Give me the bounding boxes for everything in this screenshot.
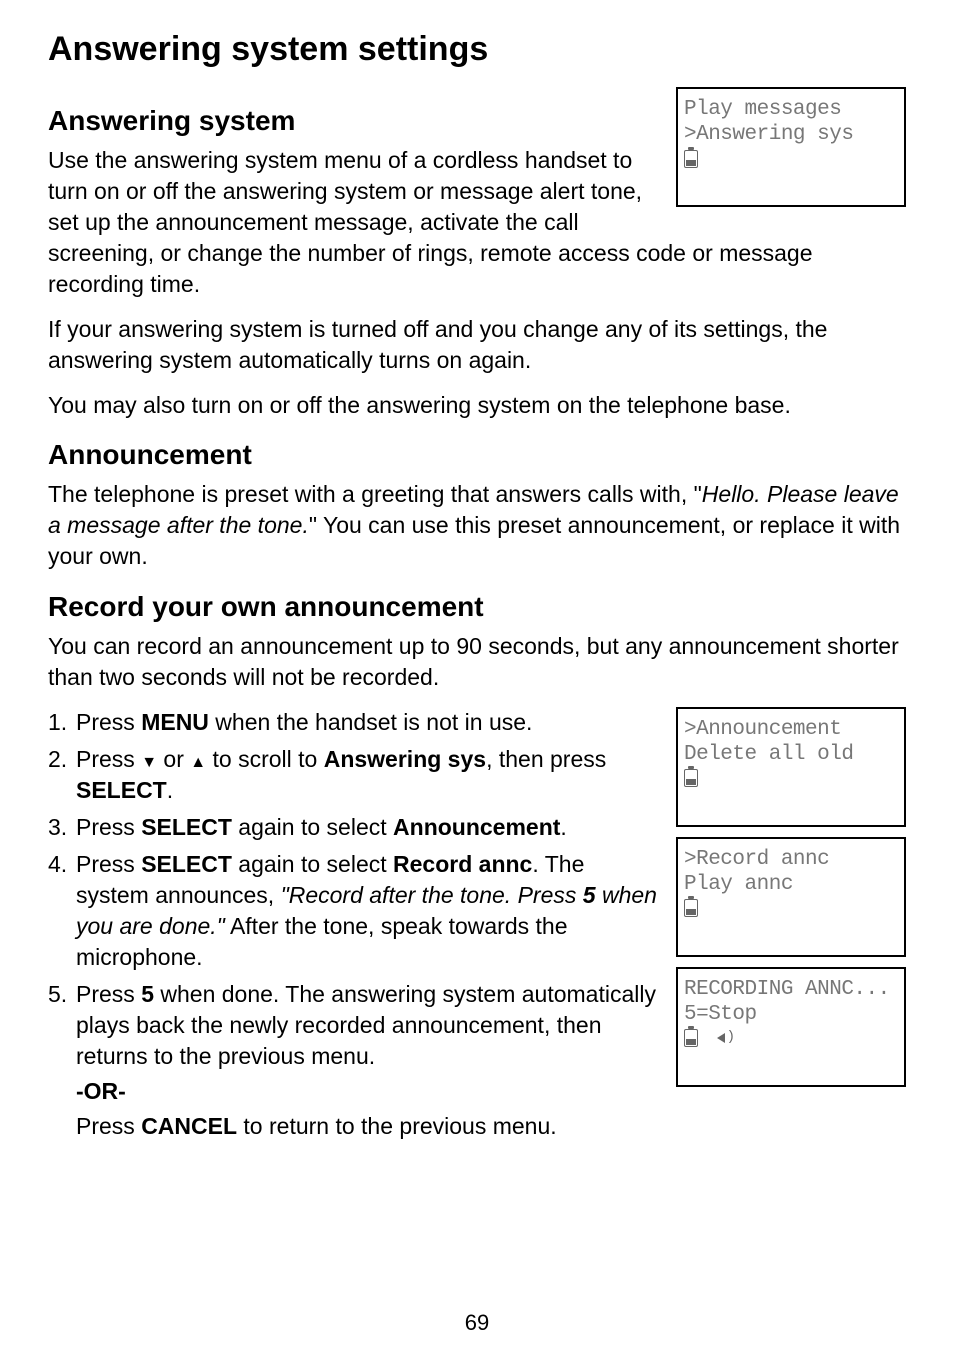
- page-number: 69: [0, 1310, 954, 1336]
- paragraph: You can record an announcement up to 90 …: [48, 631, 906, 693]
- text: Press: [76, 851, 141, 877]
- text: .: [167, 777, 173, 803]
- text: .: [560, 814, 566, 840]
- step-item: Press 5 when done. The answering system …: [48, 979, 906, 1072]
- step-item: Press SELECT again to select Announcemen…: [48, 812, 906, 843]
- paragraph: The telephone is preset with a greeting …: [48, 479, 906, 572]
- step-item: Press MENU when the handset is not in us…: [48, 707, 906, 738]
- page-title: Answering system settings: [48, 30, 906, 69]
- battery-icon: [684, 150, 698, 168]
- text: when done. The answering system automati…: [76, 981, 656, 1069]
- section-heading-announcement: Announcement: [48, 439, 906, 471]
- paragraph: If your answering system is turned off a…: [48, 314, 906, 376]
- bold-italic-text: 5: [583, 882, 596, 908]
- bold-text: Announcement: [393, 814, 560, 840]
- down-arrow-icon: ▼: [141, 754, 157, 771]
- sub-instruction: Press CANCEL to return to the previous m…: [48, 1111, 906, 1142]
- text: again to select: [232, 851, 393, 877]
- text: Press: [76, 1113, 141, 1139]
- lcd-line: Play messages: [684, 97, 898, 122]
- lcd-screen-answering-sys: Play messages >Answering sys: [676, 87, 906, 207]
- step-item: Press SELECT again to select Record annc…: [48, 849, 906, 973]
- text: again to select: [232, 814, 393, 840]
- paragraph: You may also turn on or off the answerin…: [48, 390, 906, 421]
- text: Press: [76, 746, 141, 772]
- bold-text: SELECT: [141, 814, 232, 840]
- text: to return to the previous menu.: [237, 1113, 557, 1139]
- text: Press: [76, 981, 141, 1007]
- step-item: Press ▼ or ▲ to scroll to Answering sys,…: [48, 744, 906, 806]
- up-arrow-icon: ▲: [190, 754, 206, 771]
- bold-text: 5: [141, 981, 154, 1007]
- bold-text: Answering sys: [324, 746, 486, 772]
- bold-text: CANCEL: [141, 1113, 237, 1139]
- text: to scroll to: [206, 746, 324, 772]
- steps-list: Press MENU when the handset is not in us…: [48, 707, 906, 1073]
- bold-text: MENU: [141, 709, 209, 735]
- section-heading-record-announcement: Record your own announcement: [48, 591, 906, 623]
- text: The telephone is preset with a greeting …: [48, 481, 702, 507]
- bold-text: SELECT: [76, 777, 167, 803]
- bold-text: Record annc: [393, 851, 532, 877]
- text: when the handset is not in use.: [209, 709, 533, 735]
- text: or: [157, 746, 190, 772]
- bold-text: SELECT: [141, 851, 232, 877]
- lcd-line: >Answering sys: [684, 122, 898, 147]
- italic-text: "Record after the tone. Press: [281, 882, 583, 908]
- text: , then press: [486, 746, 606, 772]
- text: Press: [76, 814, 141, 840]
- text: Press: [76, 709, 141, 735]
